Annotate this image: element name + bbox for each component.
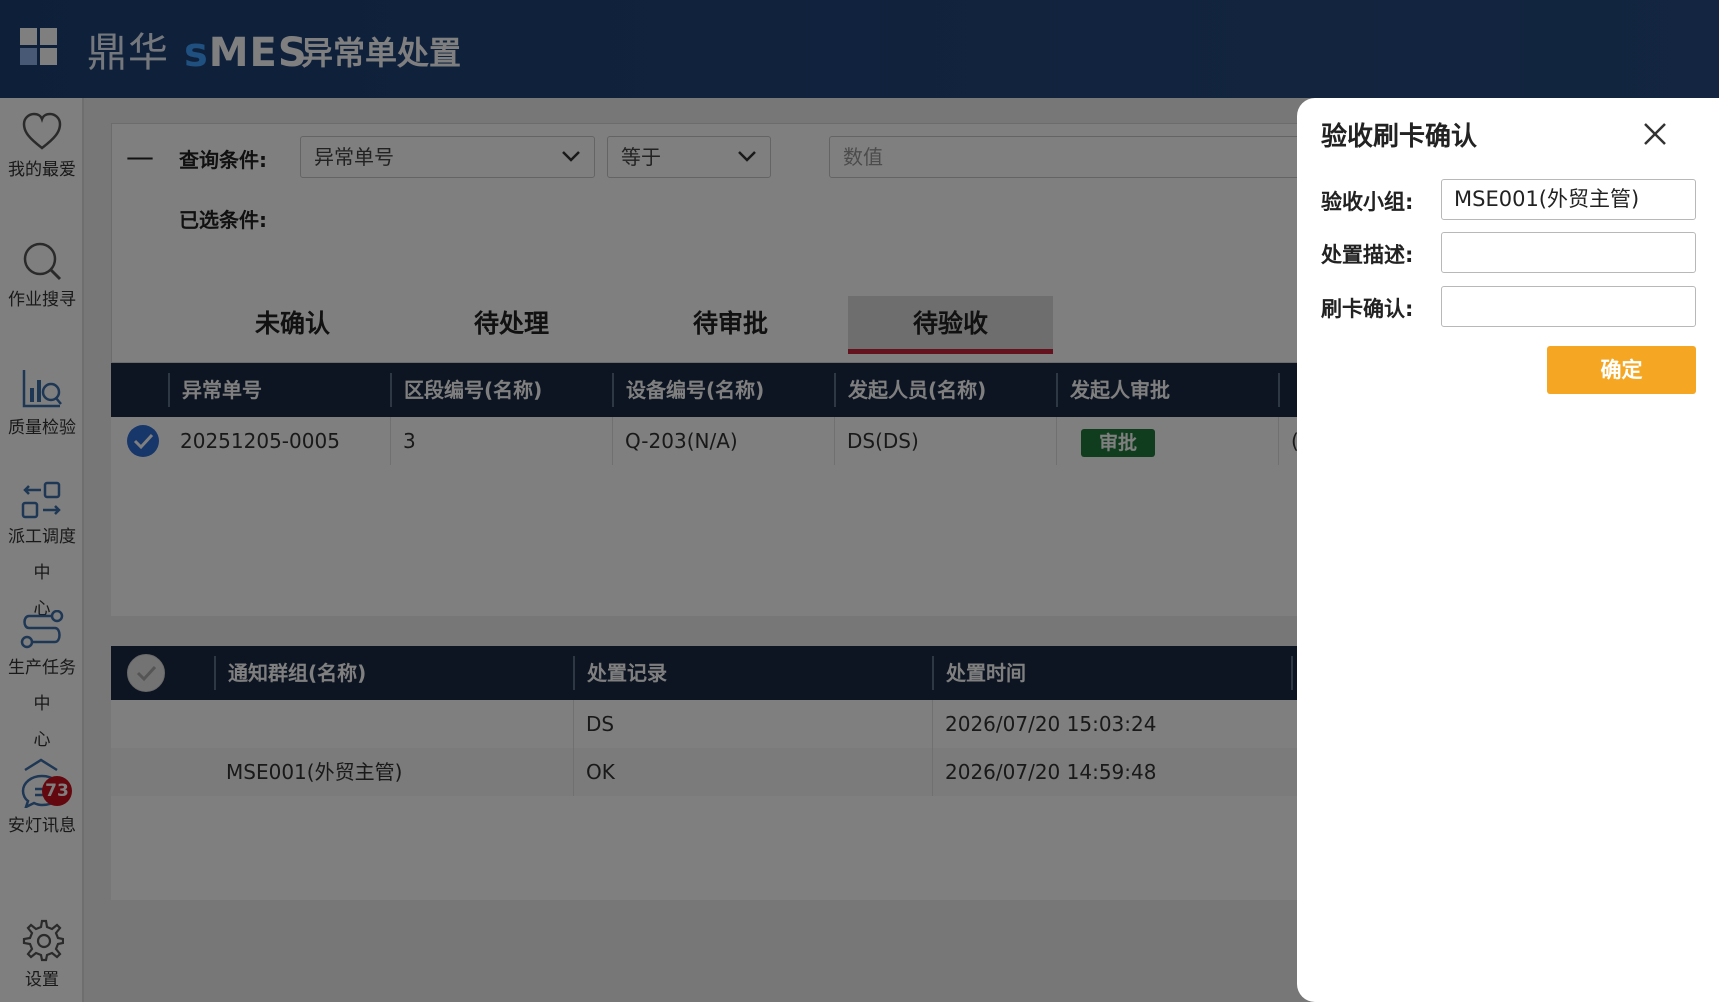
- card-label: 刷卡确认:: [1321, 297, 1414, 321]
- confirm-button[interactable]: 确定: [1547, 346, 1696, 394]
- desc-label: 处置描述:: [1321, 243, 1414, 267]
- close-button[interactable]: [1637, 116, 1673, 152]
- group-field[interactable]: MSE001(外贸主管): [1441, 179, 1696, 220]
- close-icon: [1644, 123, 1666, 145]
- acceptance-card-dialog: 验收刷卡确认 验收小组: MSE001(外贸主管) 处置描述: 刷卡确认: 确定: [1297, 98, 1719, 1002]
- group-label: 验收小组:: [1321, 190, 1414, 214]
- description-field[interactable]: [1441, 232, 1696, 273]
- dialog-title: 验收刷卡确认: [1321, 122, 1478, 152]
- card-swipe-field[interactable]: [1441, 286, 1696, 327]
